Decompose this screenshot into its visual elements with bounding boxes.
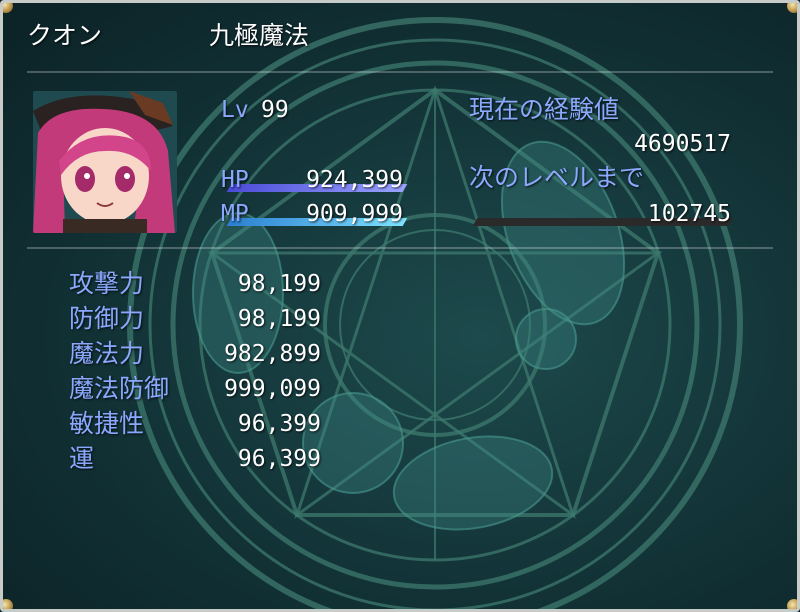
param-value-mat: 982,899: [224, 341, 321, 367]
level-value: 99: [261, 97, 289, 123]
param-value-def: 98,199: [237, 306, 321, 332]
param-label-luk: 運: [69, 444, 95, 473]
param-label-def: 防御力: [69, 304, 145, 333]
param-value-agi: 96,399: [237, 411, 321, 437]
param-label-mat: 魔法力: [69, 339, 145, 368]
actor-name: クオン: [27, 21, 103, 50]
corner-ornament: [787, 3, 797, 13]
divider-middle: [27, 247, 773, 249]
param-label-agi: 敏捷性: [69, 409, 145, 438]
param-value-mdf: 999,099: [224, 376, 321, 402]
param-value-atk: 98,199: [237, 271, 321, 297]
divider-top: [27, 71, 773, 73]
mp-value: 909,999: [306, 201, 403, 227]
corner-ornament: [787, 599, 797, 609]
exp-current-value: 4690517: [634, 131, 731, 157]
hp-value: 924,399: [306, 167, 403, 193]
param-label-mdf: 魔法防御: [69, 374, 170, 403]
actor-class: 九極魔法: [209, 21, 310, 50]
param-value-luk: 96,399: [237, 446, 321, 472]
exp-next-value: 102745: [647, 201, 731, 227]
mp-label: MP: [221, 201, 249, 227]
character-portrait-icon: [33, 91, 177, 233]
exp-next-label: 次のレベルまで: [469, 163, 645, 192]
param-label-atk: 攻撃力: [69, 269, 145, 298]
level-label: Lv: [221, 97, 249, 123]
hp-label: HP: [221, 167, 249, 193]
corner-ornament: [3, 599, 13, 609]
exp-current-label: 現在の経験値: [469, 95, 620, 124]
status-window: クオン 九極魔法 Lv 99 HP 924,399 MP 909,999 現在の…: [0, 0, 800, 612]
